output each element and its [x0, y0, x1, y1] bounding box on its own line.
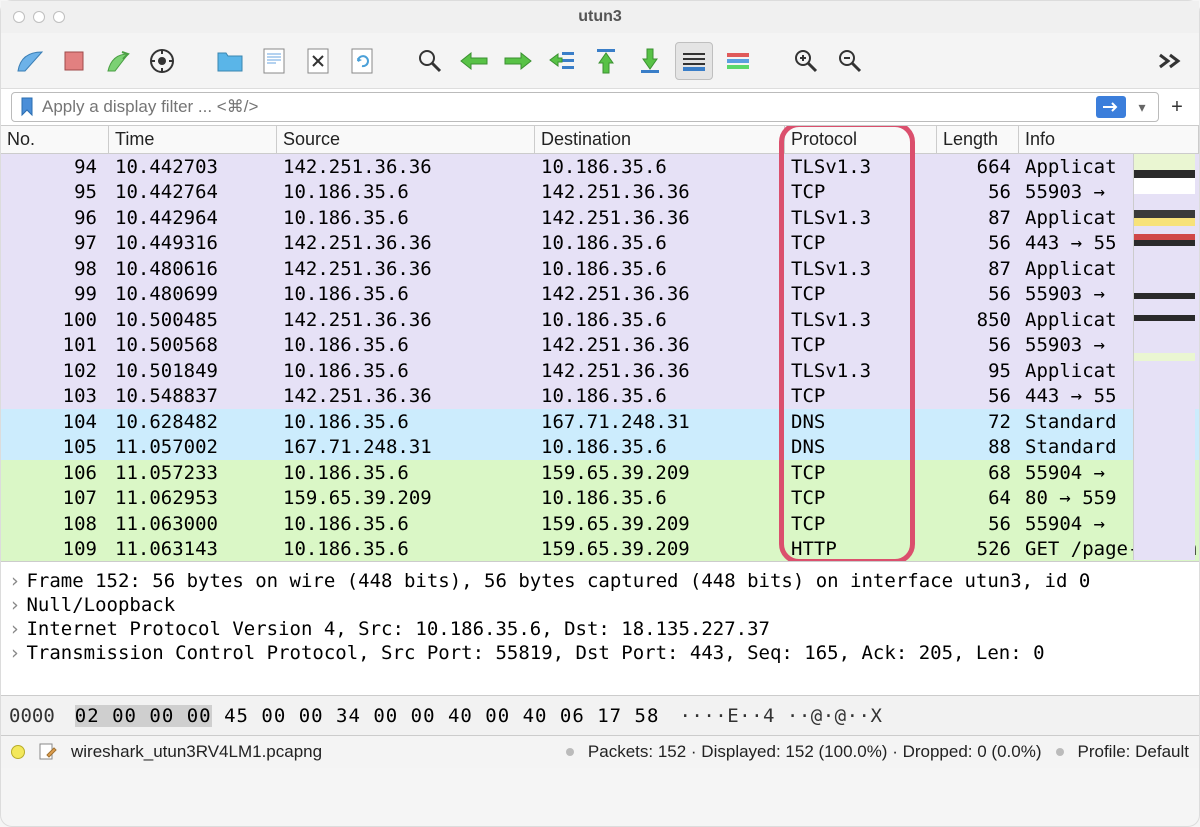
table-row[interactable]: 9810.480616142.251.36.3610.186.35.6TLSv1…	[1, 256, 1199, 282]
display-filter-bar: ▾ +	[1, 89, 1199, 125]
details-line-frame[interactable]: ›Frame 152: 56 bytes on wire (448 bits),…	[9, 570, 1191, 592]
table-row[interactable]: 10711.062953159.65.39.20910.186.35.6TCP6…	[1, 486, 1199, 512]
packet-list-header: No. Time Source Destination Protocol Len…	[1, 126, 1199, 154]
filter-history-dropdown[interactable]: ▾	[1134, 96, 1150, 118]
details-line-tcp[interactable]: ›Transmission Control Protocol, Src Port…	[9, 642, 1191, 664]
table-row[interactable]: 10611.05723310.186.35.6159.65.39.209TCP6…	[1, 460, 1199, 486]
go-forward-button[interactable]	[499, 42, 537, 80]
table-row[interactable]: 9510.44276410.186.35.6142.251.36.36TCP56…	[1, 180, 1199, 206]
bookmark-icon[interactable]	[20, 97, 34, 117]
chevron-right-icon: ›	[9, 594, 20, 616]
column-header-no[interactable]: No.	[1, 126, 109, 153]
table-row[interactable]: 10310.548837142.251.36.3610.186.35.6TCP5…	[1, 384, 1199, 410]
capture-filename: wireshark_utun3RV4LM1.pcapng	[71, 742, 322, 762]
apply-filter-button[interactable]	[1096, 96, 1126, 118]
main-toolbar	[1, 33, 1199, 89]
table-row[interactable]: 10010.500485142.251.36.3610.186.35.6TLSv…	[1, 307, 1199, 333]
table-row[interactable]: 9910.48069910.186.35.6142.251.36.36TCP56…	[1, 282, 1199, 308]
table-row[interactable]: 10210.50184910.186.35.6142.251.36.36TLSv…	[1, 358, 1199, 384]
chevron-right-icon: ›	[9, 642, 20, 664]
zoom-in-button[interactable]	[787, 42, 825, 80]
hex-bytes: 02 00 00 00 45 00 00 34 00 00 40 00 40 0…	[75, 705, 660, 727]
table-row[interactable]: 9710.449316142.251.36.3610.186.35.6TCP56…	[1, 231, 1199, 257]
auto-scroll-button[interactable]	[675, 42, 713, 80]
details-line-ip[interactable]: ›Internet Protocol Version 4, Src: 10.18…	[9, 618, 1191, 640]
hex-offset: 0000	[9, 705, 55, 727]
packet-list-pane: No. Time Source Destination Protocol Len…	[1, 125, 1199, 562]
chevron-right-icon: ›	[9, 570, 20, 592]
maximize-window-button[interactable]	[53, 11, 65, 23]
colorize-button[interactable]	[719, 42, 757, 80]
column-header-destination[interactable]: Destination	[535, 126, 785, 153]
display-filter-container: ▾	[11, 92, 1159, 122]
packet-list-rows[interactable]: 9410.442703142.251.36.3610.186.35.6TLSv1…	[1, 154, 1199, 562]
capture-options-button[interactable]	[143, 42, 181, 80]
save-file-button[interactable]	[255, 42, 293, 80]
packet-bytes-pane[interactable]: 0000 02 00 00 00 45 00 00 34 00 00 40 00…	[1, 696, 1199, 736]
status-separator	[1056, 748, 1064, 756]
expert-info-led[interactable]	[11, 745, 25, 759]
minimize-window-button[interactable]	[33, 11, 45, 23]
packet-minimap[interactable]	[1133, 154, 1195, 560]
go-to-packet-button[interactable]	[543, 42, 581, 80]
find-packet-button[interactable]	[411, 42, 449, 80]
window-title: utun3	[578, 8, 622, 26]
shark-fin-icon[interactable]	[11, 42, 49, 80]
column-header-time[interactable]: Time	[109, 126, 277, 153]
table-row[interactable]: 10911.06314310.186.35.6159.65.39.209HTTP…	[1, 537, 1199, 563]
close-window-button[interactable]	[13, 11, 25, 23]
zoom-out-button[interactable]	[831, 42, 869, 80]
display-filter-input[interactable]	[42, 97, 1088, 117]
go-first-packet-button[interactable]	[587, 42, 625, 80]
table-row[interactable]: 10511.057002167.71.248.3110.186.35.6DNS8…	[1, 435, 1199, 461]
packet-stats: Packets: 152 · Displayed: 152 (100.0%) ·…	[588, 742, 1042, 762]
reload-file-button[interactable]	[343, 42, 381, 80]
column-header-source[interactable]: Source	[277, 126, 535, 153]
add-filter-button[interactable]: +	[1165, 95, 1189, 119]
table-row[interactable]: 10410.62848210.186.35.6167.71.248.31DNS7…	[1, 409, 1199, 435]
open-file-button[interactable]	[211, 42, 249, 80]
traffic-lights	[13, 11, 65, 23]
column-header-info[interactable]: Info	[1019, 126, 1199, 153]
edit-capture-icon[interactable]	[39, 743, 57, 761]
go-last-packet-button[interactable]	[631, 42, 669, 80]
window-titlebar: utun3	[1, 1, 1199, 33]
table-row[interactable]: 9410.442703142.251.36.3610.186.35.6TLSv1…	[1, 154, 1199, 180]
toolbar-overflow-button[interactable]	[1151, 42, 1189, 80]
table-row[interactable]: 10110.50056810.186.35.6142.251.36.36TCP5…	[1, 333, 1199, 359]
status-bar: wireshark_utun3RV4LM1.pcapng Packets: 15…	[1, 736, 1199, 768]
chevron-right-icon: ›	[9, 618, 20, 640]
column-header-protocol[interactable]: Protocol	[785, 126, 937, 153]
column-header-length[interactable]: Length	[937, 126, 1019, 153]
packet-details-pane[interactable]: ›Frame 152: 56 bytes on wire (448 bits),…	[1, 562, 1199, 696]
profile-label[interactable]: Profile: Default	[1078, 742, 1190, 762]
restart-capture-button[interactable]	[99, 42, 137, 80]
hex-ascii: ····E··4 ··@·@··X	[679, 705, 882, 727]
close-file-button[interactable]	[299, 42, 337, 80]
stop-capture-button[interactable]	[55, 42, 93, 80]
details-line-null[interactable]: ›Null/Loopback	[9, 594, 1191, 616]
table-row[interactable]: 10811.06300010.186.35.6159.65.39.209TCP5…	[1, 511, 1199, 537]
table-row[interactable]: 9610.44296410.186.35.6142.251.36.36TLSv1…	[1, 205, 1199, 231]
status-separator	[566, 748, 574, 756]
go-back-button[interactable]	[455, 42, 493, 80]
